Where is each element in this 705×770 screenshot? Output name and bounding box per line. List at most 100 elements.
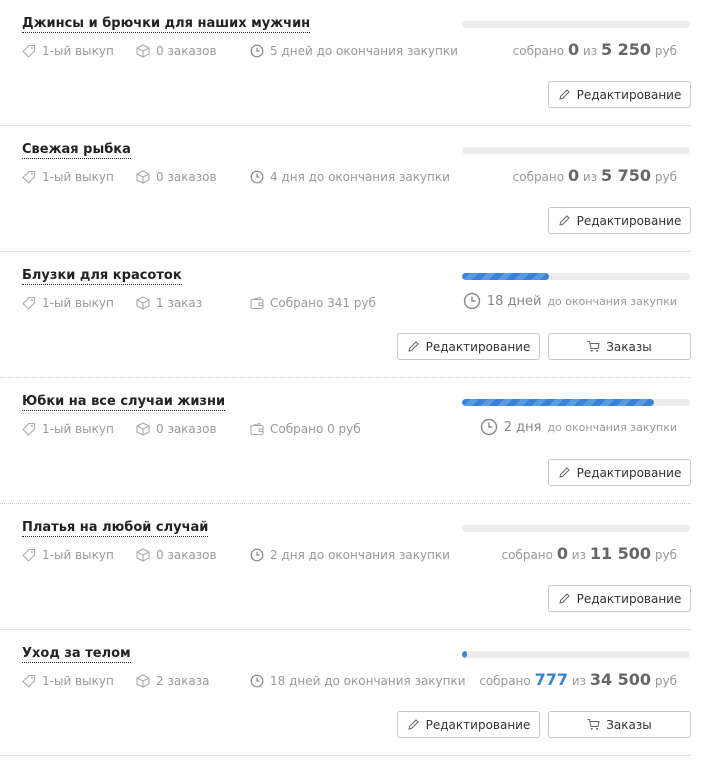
progress-bar: [462, 21, 690, 28]
info-text: Собрано 341 руб: [270, 296, 376, 310]
pencil-icon: [558, 215, 570, 226]
tag-icon: [22, 422, 36, 436]
deadline: 2 дня до окончания закупки: [480, 418, 677, 436]
orders-label: Заказы: [606, 717, 652, 732]
orders-button[interactable]: Заказы: [548, 333, 691, 360]
edit-label: Редактирование: [425, 717, 531, 732]
edit-button[interactable]: Редактирование: [548, 81, 691, 108]
cart-icon: [587, 719, 600, 730]
deadline-text: до окончания закупки: [547, 294, 677, 308]
target-value: 11 500: [589, 544, 652, 563]
purchase-title[interactable]: Джинсы и брючки для наших мужчин: [22, 16, 311, 33]
orders-meta: 1 заказ: [136, 296, 202, 310]
purchase-title[interactable]: Блузки для красоток: [22, 268, 182, 285]
box-icon: [136, 674, 150, 688]
orders-count: 0 заказов: [156, 170, 217, 184]
edit-label: Редактирование: [576, 465, 682, 480]
clock-icon: [250, 170, 264, 184]
edit-button[interactable]: Редактирование: [397, 711, 540, 738]
orders-count: 2 заказа: [156, 674, 210, 688]
progress-bar: [462, 147, 690, 154]
info-meta: 5 дней до окончания закупки: [250, 44, 458, 58]
issue-label: 1-ый выкуп: [42, 674, 114, 688]
clock-icon: [250, 44, 264, 58]
of-label: из: [582, 170, 598, 184]
edit-label: Редактирование: [576, 591, 682, 606]
edit-button[interactable]: Редактирование: [548, 207, 691, 234]
issue-meta: 1-ый выкуп: [22, 170, 114, 184]
orders-count: 1 заказ: [156, 296, 203, 310]
orders-button[interactable]: Заказы: [548, 711, 691, 738]
collected-label: собрано: [479, 674, 531, 688]
of-label: из: [571, 548, 586, 562]
purchase-title[interactable]: Юбки на все случаи жизни: [22, 394, 226, 411]
issue-meta: 1-ый выкуп: [22, 44, 114, 58]
deadline-days: 18 дней: [486, 293, 542, 309]
info-text: 4 дня до окончания закупки: [270, 170, 450, 184]
issue-meta: 1-ый выкуп: [22, 422, 114, 436]
box-icon: [136, 548, 150, 562]
pencil-icon: [558, 467, 570, 478]
collected-amount: собрано 777 из 34 500 руб: [479, 670, 677, 689]
box-icon: [136, 44, 150, 58]
collected-amount: собрано 0 из 5 250 руб: [513, 40, 677, 59]
deadline-text: до окончания закупки: [547, 420, 677, 434]
edit-label: Редактирование: [425, 339, 531, 354]
purchase-item: Джинсы и брючки для наших мужчин 1-ый вы…: [0, 0, 691, 126]
tag-icon: [22, 674, 36, 688]
collected-amount: собрано 0 из 11 500 руб: [502, 544, 678, 563]
orders-meta: 0 заказов: [136, 422, 217, 436]
info-meta: 2 дня до окончания закупки: [250, 548, 450, 562]
pencil-icon: [558, 593, 570, 604]
issue-label: 1-ый выкуп: [42, 548, 114, 562]
edit-label: Редактирование: [576, 87, 682, 102]
edit-button[interactable]: Редактирование: [397, 333, 540, 360]
tag-icon: [22, 548, 36, 562]
collected-label: собрано: [512, 44, 565, 58]
purchase-item: Платья на любой случай 1-ый выкуп 0 зака…: [0, 504, 691, 630]
clock-icon: [480, 418, 497, 436]
edit-button[interactable]: Редактирование: [548, 459, 691, 486]
purchase-title[interactable]: Платья на любой случай: [22, 520, 209, 537]
collected-value: 0: [556, 544, 568, 563]
progress-fill: [462, 273, 549, 280]
progress-bar: [462, 273, 690, 280]
deadline-days: 2 дня: [503, 419, 542, 435]
pencil-icon: [407, 341, 419, 352]
wallet-icon: [250, 296, 264, 310]
pencil-icon: [558, 89, 570, 100]
currency-label: руб: [654, 44, 677, 58]
info-meta: 4 дня до окончания закупки: [250, 170, 450, 184]
currency-label: руб: [654, 548, 677, 562]
orders-meta: 2 заказа: [136, 674, 210, 688]
of-label: из: [571, 674, 586, 688]
tag-icon: [22, 170, 36, 184]
info-meta: Собрано 0 руб: [250, 422, 361, 436]
box-icon: [136, 422, 150, 436]
wallet-icon: [250, 422, 264, 436]
purchase-title[interactable]: Уход за телом: [22, 646, 131, 663]
issue-label: 1-ый выкуп: [42, 422, 114, 436]
info-text: Собрано 0 руб: [270, 422, 361, 436]
collected-value: 0: [567, 40, 580, 59]
issue-label: 1-ый выкуп: [42, 44, 114, 58]
of-label: из: [582, 44, 598, 58]
currency-label: руб: [654, 170, 677, 184]
issue-label: 1-ый выкуп: [42, 296, 114, 310]
purchase-item: Уход за телом 1-ый выкуп 2 заказа 18 дне…: [0, 630, 691, 756]
info-text: 2 дня до окончания закупки: [270, 548, 450, 562]
orders-count: 0 заказов: [156, 44, 217, 58]
collected-label: собрано: [501, 548, 554, 562]
purchase-title[interactable]: Свежая рыбка: [22, 142, 131, 159]
clock-icon: [463, 292, 481, 310]
purchase-item: Юбки на все случаи жизни 1-ый выкуп 0 за…: [0, 378, 691, 504]
edit-button[interactable]: Редактирование: [548, 585, 691, 612]
info-meta: 18 дней до окончания закупки: [250, 674, 466, 688]
purchase-item: Свежая рыбка 1-ый выкуп 0 заказов 4 дня …: [0, 126, 691, 252]
progress-fill: [462, 399, 654, 406]
edit-label: Редактирование: [576, 213, 682, 228]
target-value: 5 750: [600, 166, 652, 185]
box-icon: [136, 170, 150, 184]
progress-fill: [462, 651, 467, 658]
orders-label: Заказы: [606, 339, 652, 354]
